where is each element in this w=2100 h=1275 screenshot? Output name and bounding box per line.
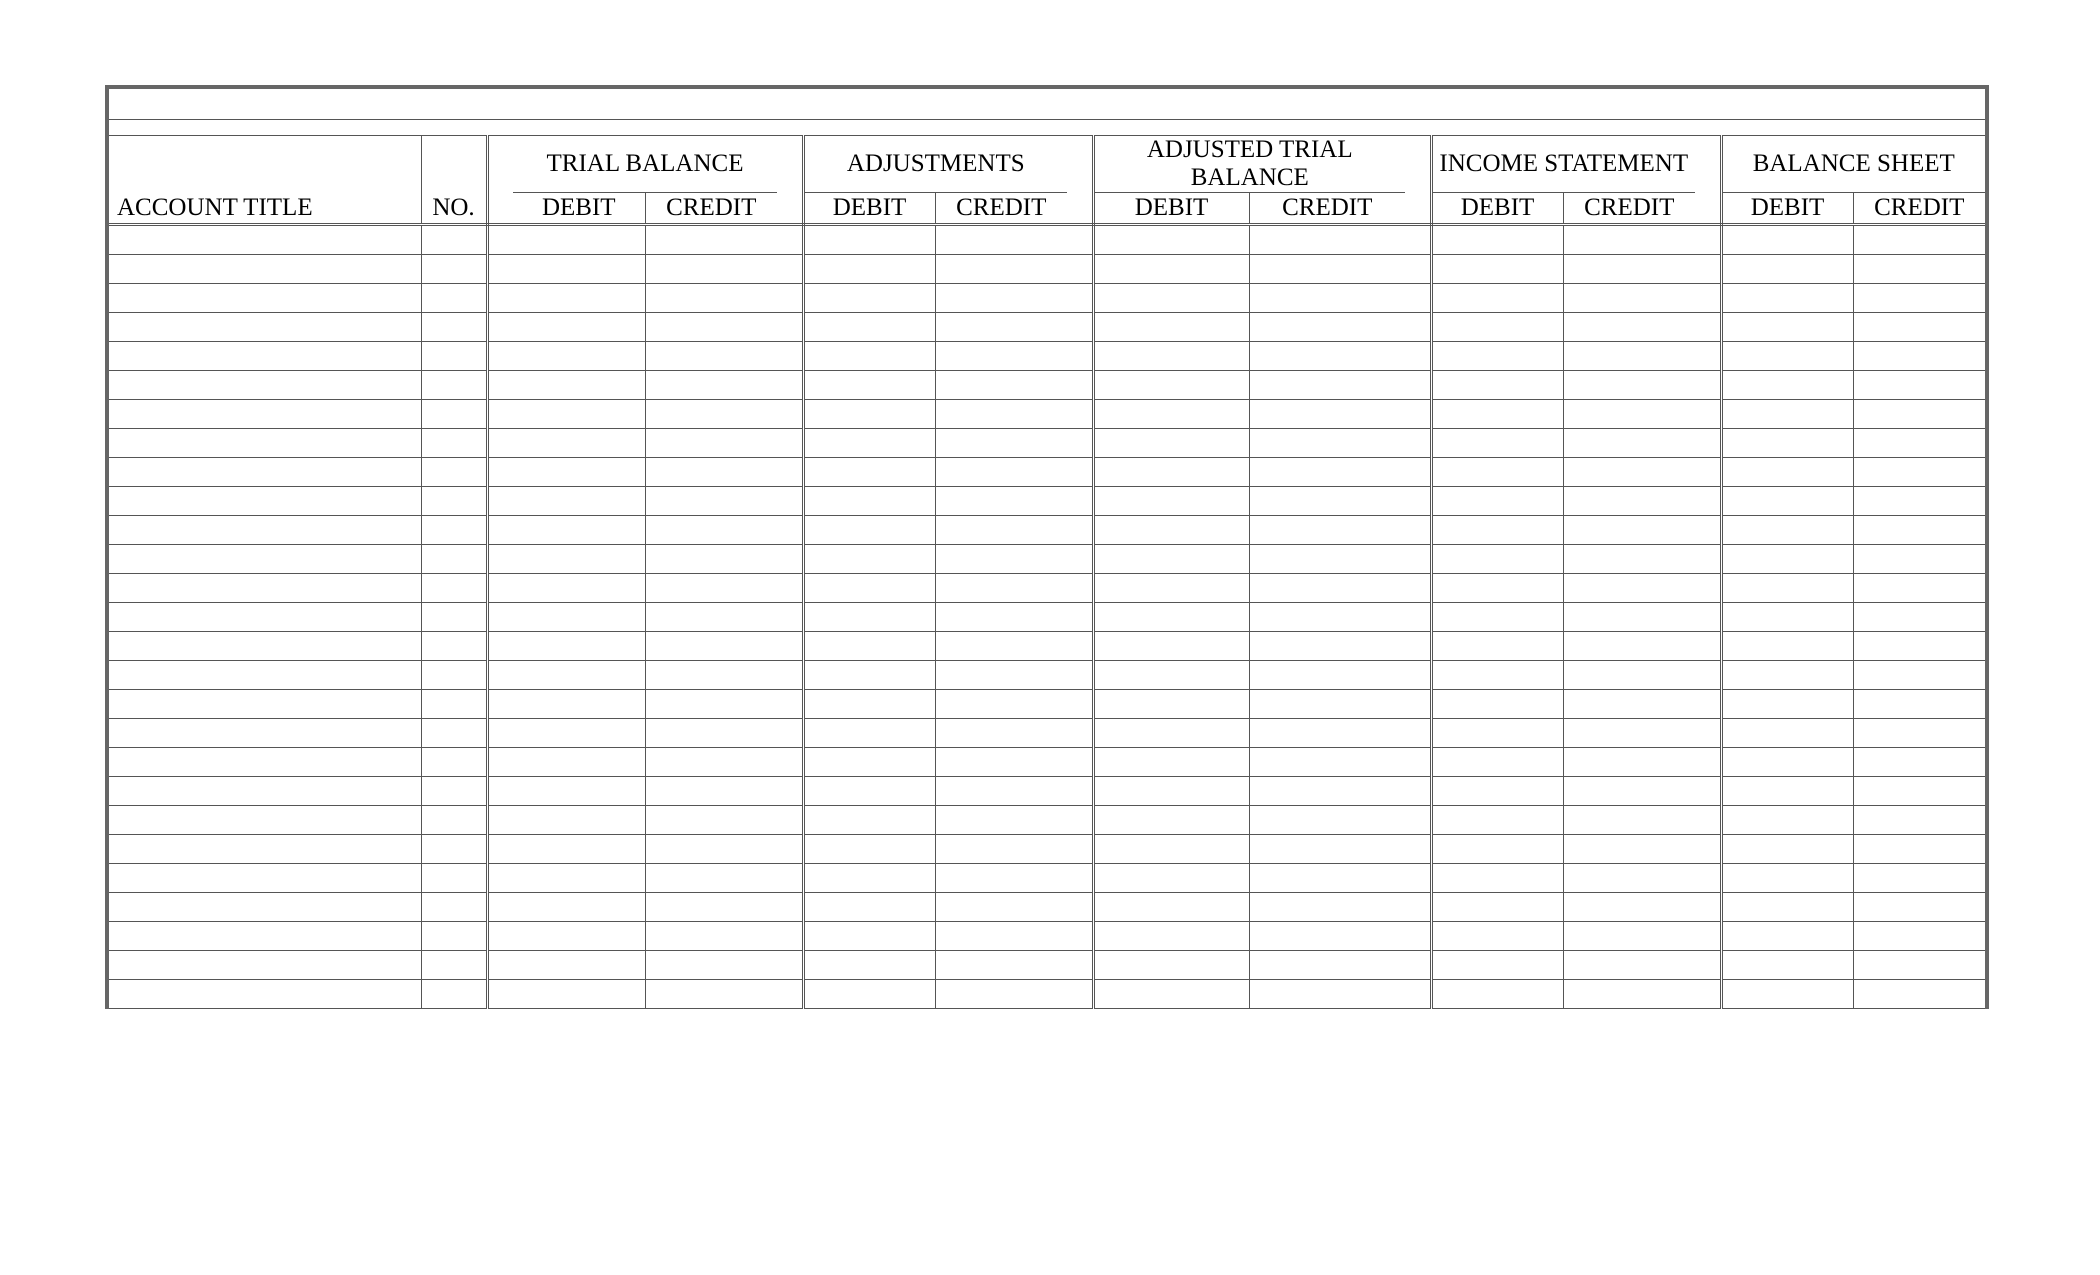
table-row (109, 516, 1985, 545)
col-adj-credit: CREDIT (935, 193, 1067, 225)
table-row (109, 429, 1985, 458)
table-row (109, 719, 1985, 748)
table-row (109, 980, 1985, 1009)
table-row (109, 690, 1985, 719)
section-adjusted-trial-balance: ADJUSTED TRIAL BALANCE (1093, 136, 1405, 193)
section-header-row: TRIAL BALANCE ADJUSTMENTS ADJUSTED TRIAL… (109, 136, 1985, 193)
table-row (109, 400, 1985, 429)
table-row (109, 458, 1985, 487)
table-row (109, 632, 1985, 661)
col-bs-debit: DEBIT (1721, 193, 1853, 225)
section-balance-sheet: BALANCE SHEET (1721, 136, 1985, 193)
table-row (109, 225, 1985, 255)
table-row (109, 748, 1985, 777)
col-atb-credit: CREDIT (1249, 193, 1405, 225)
table-row (109, 951, 1985, 980)
section-income-statement: INCOME STATEMENT (1431, 136, 1695, 193)
col-bs-credit: CREDIT (1853, 193, 1985, 225)
table-row (109, 342, 1985, 371)
table-row (109, 545, 1985, 574)
table-row (109, 777, 1985, 806)
section-adjustments: ADJUSTMENTS (803, 136, 1067, 193)
table-row (109, 313, 1985, 342)
col-is-credit: CREDIT (1563, 193, 1695, 225)
column-header-row: ACCOUNT TITLE NO. DEBIT CREDIT DEBIT CRE… (109, 193, 1985, 225)
col-tb-credit: CREDIT (645, 193, 777, 225)
accounting-worksheet: TRIAL BALANCE ADJUSTMENTS ADJUSTED TRIAL… (105, 85, 1989, 1009)
col-no: NO. (421, 193, 487, 225)
table-row (109, 255, 1985, 284)
title-row (109, 89, 1985, 120)
col-account-title: ACCOUNT TITLE (109, 193, 421, 225)
table-row (109, 371, 1985, 400)
table-row (109, 835, 1985, 864)
table-row (109, 284, 1985, 313)
table-row (109, 806, 1985, 835)
col-tb-debit: DEBIT (513, 193, 645, 225)
table-row (109, 487, 1985, 516)
table-row (109, 661, 1985, 690)
col-atb-debit: DEBIT (1093, 193, 1249, 225)
col-adj-debit: DEBIT (803, 193, 935, 225)
col-is-debit: DEBIT (1431, 193, 1563, 225)
spacer-row (109, 120, 1985, 136)
table-row (109, 922, 1985, 951)
table-row (109, 603, 1985, 632)
table-row (109, 574, 1985, 603)
worksheet-table: TRIAL BALANCE ADJUSTMENTS ADJUSTED TRIAL… (109, 89, 1985, 1009)
table-row (109, 893, 1985, 922)
section-trial-balance: TRIAL BALANCE (513, 136, 777, 193)
table-row (109, 864, 1985, 893)
